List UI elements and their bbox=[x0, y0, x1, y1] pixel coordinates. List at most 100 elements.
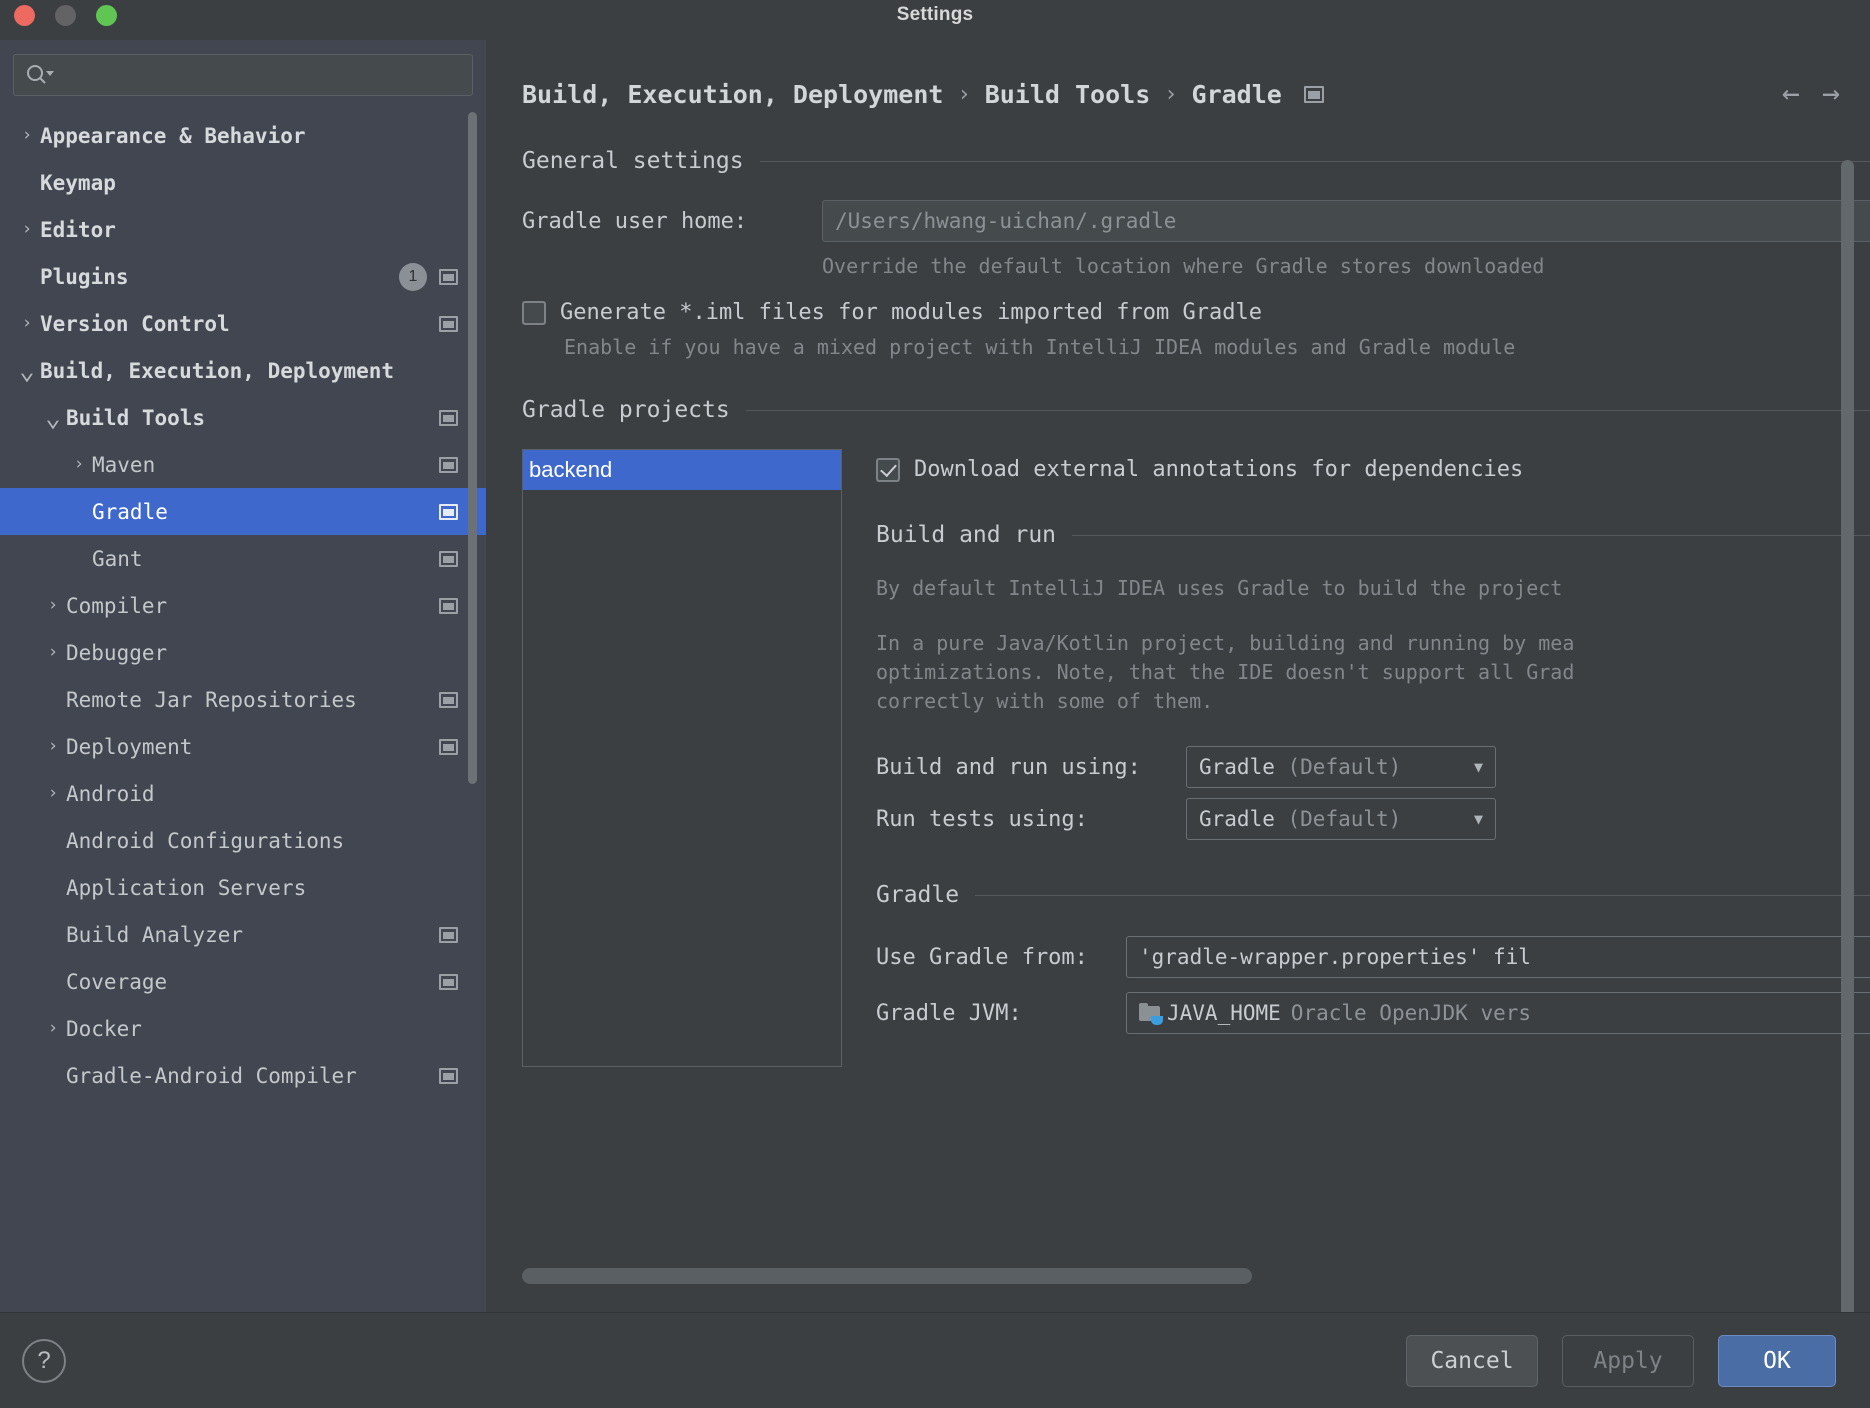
gradle-projects-area: backend Download external annotations fo… bbox=[522, 449, 1870, 1067]
project-scope-icon[interactable] bbox=[439, 926, 458, 943]
chevron-right-icon[interactable]: › bbox=[66, 456, 92, 473]
chevron-right-icon[interactable]: › bbox=[14, 315, 40, 332]
use-gradle-from-dropdown[interactable]: 'gradle-wrapper.properties' fil bbox=[1126, 936, 1870, 978]
sidebar-item-remote-jar-repositories[interactable]: ›Remote Jar Repositories bbox=[0, 676, 486, 723]
sidebar-item-label: Gant bbox=[92, 546, 143, 571]
project-scope-icon[interactable] bbox=[1303, 85, 1324, 103]
sidebar-item-docker[interactable]: › Docker bbox=[0, 1005, 486, 1052]
sidebar-item-maven[interactable]: › Maven bbox=[0, 441, 486, 488]
navigation-arrows: ← → bbox=[1782, 79, 1840, 109]
chevron-right-icon[interactable]: › bbox=[40, 1020, 66, 1037]
project-scope-icon[interactable] bbox=[439, 315, 458, 332]
settings-sidebar: ›Appearance & Behavior›Keymap›Editor›Plu… bbox=[0, 40, 486, 1408]
content-vertical-scrollbar[interactable] bbox=[1841, 160, 1854, 1312]
apply-button[interactable]: Apply bbox=[1562, 1334, 1694, 1387]
sidebar-scrollbar[interactable] bbox=[468, 112, 477, 784]
breadcrumb-separator: › bbox=[1164, 81, 1178, 107]
chevron-right-icon[interactable]: › bbox=[40, 738, 66, 755]
gradle-jvm-label: Gradle JVM: bbox=[876, 1000, 1022, 1026]
build-and-run-section-header: Build and run bbox=[876, 522, 1870, 548]
run-tests-using-value-default: (Default) bbox=[1287, 807, 1402, 831]
chevron-right-icon[interactable]: › bbox=[40, 785, 66, 802]
back-arrow-icon[interactable]: ← bbox=[1782, 79, 1800, 109]
list-item[interactable]: backend bbox=[523, 450, 841, 490]
chevron-down-icon[interactable]: ⌄ bbox=[14, 358, 40, 384]
sidebar-item-label: Build Tools bbox=[66, 405, 206, 430]
download-annotations-checkbox[interactable] bbox=[876, 457, 900, 482]
sidebar-item-android[interactable]: › Android bbox=[0, 770, 486, 817]
search-input[interactable] bbox=[13, 54, 473, 96]
build-and-run-using-dropdown[interactable]: Gradle (Default) ▼ bbox=[1186, 746, 1496, 788]
section-divider bbox=[759, 160, 1870, 162]
project-scope-icon[interactable] bbox=[439, 1067, 458, 1084]
chevron-right-icon[interactable]: › bbox=[14, 221, 40, 238]
chevron-right-icon[interactable]: › bbox=[40, 597, 66, 614]
sidebar-item-plugins[interactable]: ›Plugins1 bbox=[0, 253, 486, 300]
project-scope-icon[interactable] bbox=[439, 456, 458, 473]
gradle-projects-title: Gradle projects bbox=[522, 397, 730, 423]
generate-iml-row[interactable]: Generate *.iml files for modules importe… bbox=[522, 300, 1870, 325]
general-settings-section-header: General settings bbox=[522, 148, 1870, 174]
sidebar-item-compiler[interactable]: › Compiler bbox=[0, 582, 486, 629]
chevron-right-icon[interactable]: › bbox=[40, 644, 66, 661]
forward-arrow-icon[interactable]: → bbox=[1822, 79, 1840, 109]
sidebar-item-version-control[interactable]: › Version Control bbox=[0, 300, 486, 347]
breadcrumb-item-0[interactable]: Build, Execution, Deployment bbox=[522, 80, 943, 109]
project-scope-icon[interactable] bbox=[439, 973, 458, 990]
sidebar-item-editor[interactable]: › Editor bbox=[0, 206, 486, 253]
sidebar-item-application-servers[interactable]: ›Application Servers bbox=[0, 864, 486, 911]
section-divider bbox=[975, 894, 1870, 896]
cancel-button[interactable]: Cancel bbox=[1406, 1334, 1538, 1387]
sidebar-item-build-execution-deployment[interactable]: ⌄ Build, Execution, Deployment bbox=[0, 347, 486, 394]
sidebar-item-android-configurations[interactable]: ›Android Configurations bbox=[0, 817, 486, 864]
run-tests-using-dropdown[interactable]: Gradle (Default) ▼ bbox=[1186, 798, 1496, 840]
settings-content: General settings Gradle user home: /User… bbox=[486, 148, 1870, 1312]
sidebar-item-gant[interactable]: ›Gant bbox=[0, 535, 486, 582]
project-scope-icon[interactable] bbox=[439, 268, 458, 285]
chevron-down-icon: ▼ bbox=[1473, 810, 1483, 828]
help-button[interactable]: ? bbox=[22, 1338, 66, 1383]
sidebar-item-build-analyzer[interactable]: ›Build Analyzer bbox=[0, 911, 486, 958]
sidebar-item-debugger[interactable]: › Debugger bbox=[0, 629, 486, 676]
project-scope-icon[interactable] bbox=[439, 409, 458, 426]
ok-button[interactable]: OK bbox=[1718, 1334, 1836, 1387]
chevron-down-icon[interactable]: ⌄ bbox=[40, 405, 66, 431]
sidebar-item-gradle[interactable]: ›Gradle bbox=[0, 488, 486, 535]
breadcrumb-item-1[interactable]: Build Tools bbox=[985, 80, 1151, 109]
sidebar-item-appearance-behavior[interactable]: › Appearance & Behavior bbox=[0, 112, 486, 159]
sidebar-item-badge: 1 bbox=[399, 262, 427, 291]
settings-tree[interactable]: ›Appearance & Behavior›Keymap›Editor›Plu… bbox=[0, 106, 486, 1312]
project-scope-icon[interactable] bbox=[439, 597, 458, 614]
content-horizontal-scrollbar[interactable] bbox=[522, 1268, 1252, 1284]
build-and-run-paragraph-2-line-2: optimizations. Note, that the IDE doesn'… bbox=[876, 660, 1575, 684]
project-scope-icon[interactable] bbox=[439, 738, 458, 755]
sidebar-item-label: Deployment bbox=[66, 734, 193, 759]
run-tests-using-value: Gradle bbox=[1199, 807, 1275, 831]
sidebar-item-build-tools[interactable]: ⌄ Build Tools bbox=[0, 394, 486, 441]
build-and-run-using-value: Gradle bbox=[1199, 755, 1275, 779]
sidebar-item-label: Coverage bbox=[66, 969, 168, 994]
gradle-projects-list[interactable]: backend bbox=[522, 449, 842, 1067]
project-scope-icon[interactable] bbox=[439, 550, 458, 567]
gradle-jvm-value: JAVA_HOME bbox=[1167, 1001, 1281, 1025]
download-annotations-row[interactable]: Download external annotations for depend… bbox=[876, 457, 1870, 482]
sidebar-item-gradle-android-compiler[interactable]: ›Gradle-Android Compiler bbox=[0, 1052, 486, 1099]
build-and-run-title: Build and run bbox=[876, 522, 1057, 548]
chevron-right-icon[interactable]: › bbox=[14, 127, 40, 144]
use-gradle-from-label: Use Gradle from: bbox=[876, 944, 1088, 970]
project-scope-icon[interactable] bbox=[439, 691, 458, 708]
chevron-down-icon: ▼ bbox=[1473, 758, 1483, 776]
section-divider bbox=[1072, 534, 1870, 536]
sidebar-item-label: Debugger bbox=[66, 640, 168, 665]
gradle-user-home-input[interactable]: /Users/hwang-uichan/.gradle bbox=[822, 200, 1870, 242]
project-scope-icon[interactable] bbox=[439, 503, 458, 520]
sidebar-item-label: Remote Jar Repositories bbox=[66, 687, 357, 712]
gradle-user-home-hint: Override the default location where Grad… bbox=[822, 254, 1545, 278]
gradle-section-header: Gradle bbox=[876, 882, 1870, 908]
generate-iml-checkbox[interactable] bbox=[522, 300, 546, 325]
gradle-jvm-dropdown[interactable]: JAVA_HOME Oracle OpenJDK vers bbox=[1126, 992, 1870, 1034]
sidebar-item-keymap[interactable]: ›Keymap bbox=[0, 159, 486, 206]
sidebar-item-coverage[interactable]: ›Coverage bbox=[0, 958, 486, 1005]
sidebar-item-deployment[interactable]: › Deployment bbox=[0, 723, 486, 770]
breadcrumb-item-2[interactable]: Gradle bbox=[1192, 80, 1282, 109]
